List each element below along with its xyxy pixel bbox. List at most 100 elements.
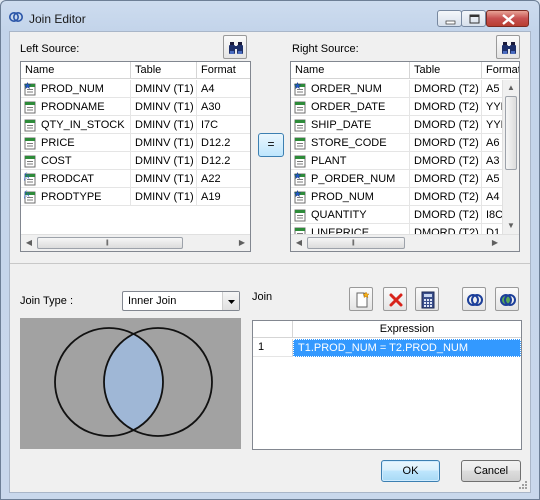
table-row[interactable]: PROD_NUM DMORD (T2) A4 xyxy=(291,188,519,206)
table-row[interactable]: PRICE DMINV (T1) D12.2 xyxy=(21,134,250,152)
column-header-table[interactable]: Table xyxy=(131,62,197,79)
inner-join-button[interactable] xyxy=(462,287,486,311)
right-find-button[interactable] xyxy=(496,35,520,59)
right-horizontal-scrollbar[interactable]: ◀ ||| ▶ xyxy=(291,234,519,251)
field-name-cell[interactable]: ORDER_DATE xyxy=(291,98,410,116)
table-cell: DMORD (T2) xyxy=(410,116,482,134)
table-row[interactable]: STORE_CODE DMORD (T2) A6 xyxy=(291,134,519,152)
field-name: PLANT xyxy=(311,154,347,167)
ok-button[interactable]: OK xyxy=(381,460,440,482)
right-source-grid[interactable]: Name Table Format ORDER_NUM DMORD (T2) A5 O… xyxy=(290,61,520,252)
window-title: Join Editor xyxy=(29,12,86,26)
table-row[interactable]: fx PRODTYPE DMINV (T1) A19 xyxy=(21,188,250,206)
field-name-cell[interactable]: PROD_NUM xyxy=(21,80,131,98)
scroll-right-icon[interactable]: ▶ xyxy=(487,235,503,251)
column-header-name[interactable]: Name xyxy=(21,62,131,79)
field-name-cell[interactable]: SHIP_DATE xyxy=(291,116,410,134)
expression-grid-body: 1 T1.PROD_NUM = T2.PROD_NUM xyxy=(253,339,521,357)
close-button[interactable] xyxy=(486,10,529,27)
table-row[interactable]: SHIP_DATE DMORD (T2) YYM xyxy=(291,116,519,134)
scroll-down-icon[interactable]: ▼ xyxy=(503,218,519,234)
left-source-grid[interactable]: Name Table Format PROD_NUM DMINV (T1) A4 PR… xyxy=(20,61,251,252)
field-name: QTY_IN_STOCK xyxy=(41,118,125,131)
field-name-cell[interactable]: COST xyxy=(21,152,131,170)
field-name-cell[interactable]: QUANTITY xyxy=(291,206,410,224)
svg-text:fx: fx xyxy=(24,190,30,199)
cancel-button[interactable]: Cancel xyxy=(461,460,521,482)
expression-builder-button[interactable] xyxy=(415,287,439,311)
table-cell: DMINV (T1) xyxy=(131,170,197,188)
field-icon xyxy=(294,137,306,149)
table-row[interactable]: QUANTITY DMORD (T2) I8C xyxy=(291,206,519,224)
minimize-button[interactable] xyxy=(437,10,462,27)
delete-condition-button[interactable] xyxy=(383,287,407,311)
scroll-left-icon[interactable]: ◀ xyxy=(21,235,37,251)
close-icon xyxy=(502,14,515,25)
field-name-cell[interactable]: PRODNAME xyxy=(21,98,131,116)
table-cell: DMORD (T2) xyxy=(410,80,482,98)
table-row[interactable]: P_ORDER_NUM DMORD (T2) A5 xyxy=(291,170,519,188)
scroll-thumb[interactable] xyxy=(505,96,517,170)
expression-column-header[interactable]: Expression xyxy=(293,321,521,338)
field-name-cell[interactable]: PROD_NUM xyxy=(291,188,410,206)
minimize-icon xyxy=(445,20,456,25)
scroll-thumb[interactable]: ||| xyxy=(307,237,405,249)
field-name-cell[interactable]: QTY_IN_STOCK xyxy=(21,116,131,134)
resize-grip-icon[interactable] xyxy=(518,480,528,490)
expression-row[interactable]: 1 T1.PROD_NUM = T2.PROD_NUM xyxy=(253,339,521,357)
field-name-cell[interactable]: fx PRODCAT xyxy=(21,170,131,188)
table-row[interactable]: ORDER_NUM DMORD (T2) A5 xyxy=(291,80,519,98)
field-icon xyxy=(24,119,36,131)
table-row[interactable]: PLANT DMORD (T2) A3 xyxy=(291,152,519,170)
right-grid-header: Name Table Format xyxy=(291,62,519,79)
field-name: PROD_NUM xyxy=(41,82,104,95)
maximize-button[interactable] xyxy=(461,10,486,27)
scroll-right-icon[interactable]: ▶ xyxy=(234,235,250,251)
table-row[interactable]: COST DMINV (T1) D12.2 xyxy=(21,152,250,170)
table-row[interactable]: PRODNAME DMINV (T1) A30 xyxy=(21,98,250,116)
column-header-name[interactable]: Name xyxy=(291,62,410,79)
field-icon xyxy=(294,119,306,131)
format-cell: D12.2 xyxy=(197,134,250,152)
field-name-cell[interactable]: fx PRODTYPE xyxy=(21,188,131,206)
field-name-cell[interactable]: PLANT xyxy=(291,152,410,170)
ok-button-label: OK xyxy=(402,465,419,477)
field-name-cell[interactable]: PRICE xyxy=(21,134,131,152)
new-condition-button[interactable] xyxy=(349,287,373,311)
table-cell: DMINV (T1) xyxy=(131,152,197,170)
chevron-down-icon[interactable] xyxy=(222,292,239,310)
join-label: Join xyxy=(252,291,273,303)
table-row[interactable]: ORDER_DATE DMORD (T2) YYM xyxy=(291,98,519,116)
calculator-icon xyxy=(421,291,435,309)
format-cell: D12.2 xyxy=(197,152,250,170)
field-name-cell[interactable]: STORE_CODE xyxy=(291,134,410,152)
computed-field-icon: fx xyxy=(24,172,36,185)
left-horizontal-scrollbar[interactable]: ◀ ||| ▶ xyxy=(21,234,250,251)
maximize-icon xyxy=(469,14,480,24)
expression-cell[interactable]: T1.PROD_NUM = T2.PROD_NUM xyxy=(293,339,521,357)
column-header-format[interactable]: Format xyxy=(482,62,519,79)
left-find-button[interactable] xyxy=(223,35,247,59)
scroll-up-icon[interactable]: ▲ xyxy=(503,80,519,96)
join-expression-grid[interactable]: Expression 1 T1.PROD_NUM = T2.PROD_NUM xyxy=(252,320,522,450)
title-bar[interactable]: Join Editor xyxy=(1,1,539,31)
right-vertical-scrollbar[interactable]: ▲ ▼ xyxy=(502,80,519,234)
row-number: 1 xyxy=(253,339,293,357)
binoculars-icon xyxy=(229,42,243,54)
table-row[interactable]: PROD_NUM DMINV (T1) A4 xyxy=(21,80,250,98)
right-grid-body: ORDER_NUM DMORD (T2) A5 ORDER_DATE DMORD (T2… xyxy=(291,80,519,242)
table-row[interactable]: QTY_IN_STOCK DMINV (T1) I7C xyxy=(21,116,250,134)
outer-join-button[interactable] xyxy=(495,287,519,311)
scroll-left-icon[interactable]: ◀ xyxy=(291,235,307,251)
column-header-format[interactable]: Format xyxy=(197,62,250,79)
field-icon xyxy=(24,101,36,113)
row-number-header xyxy=(253,321,293,338)
scroll-thumb[interactable]: ||| xyxy=(37,237,183,249)
format-cell: A22 xyxy=(197,170,250,188)
join-type-select[interactable]: Inner Join xyxy=(122,291,240,311)
column-header-table[interactable]: Table xyxy=(410,62,482,79)
equal-join-button[interactable]: = xyxy=(258,133,284,157)
field-name-cell[interactable]: P_ORDER_NUM xyxy=(291,170,410,188)
field-name-cell[interactable]: ORDER_NUM xyxy=(291,80,410,98)
table-row[interactable]: fx PRODCAT DMINV (T1) A22 xyxy=(21,170,250,188)
